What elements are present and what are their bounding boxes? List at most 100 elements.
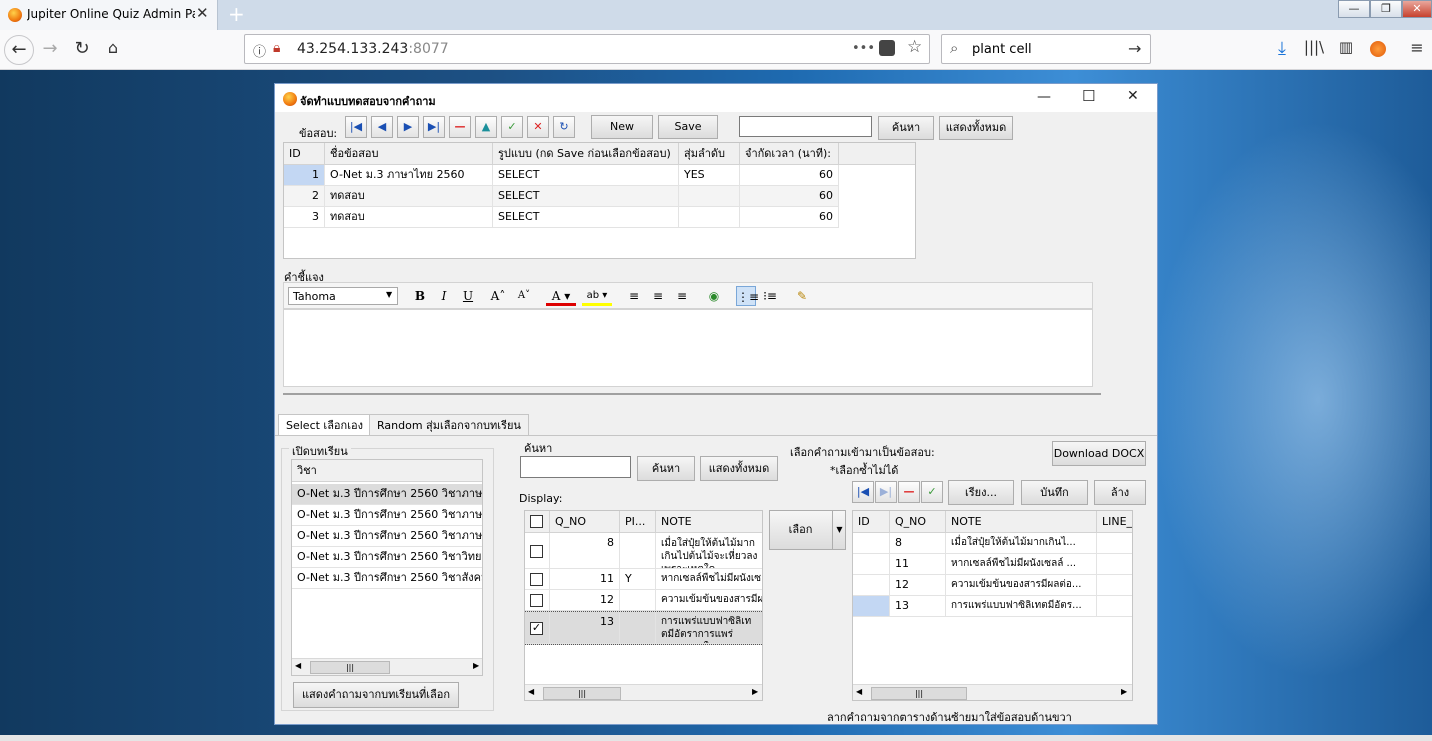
scroll-left-icon[interactable]: ◀ (528, 687, 534, 696)
new-tab-button[interactable]: + (228, 2, 245, 26)
table-row[interactable]: 1 O-Net ม.3 ภาษาไทย 2560 SELECT YES 60 (284, 165, 839, 186)
row-checkbox[interactable] (530, 573, 543, 586)
back-arrow-icon[interactable]: ← (4, 35, 34, 65)
list-item[interactable]: O-Net ม.3 ปีการศึกษา 2560 วิชาภาษาไทย (292, 484, 482, 505)
extension-icon[interactable] (1370, 41, 1386, 57)
search-bar[interactable]: ⌕ plant cell → (941, 34, 1151, 64)
exam-show-all-button[interactable]: แสดงทั้งหมด (939, 116, 1013, 140)
question-show-all-button[interactable]: แสดงทั้งหมด (700, 456, 778, 481)
underline-icon[interactable]: U (458, 286, 478, 306)
exam-search-button[interactable]: ค้นหา (878, 116, 934, 140)
url-bar[interactable]: ⓘ 🔒︎ 43.254.133.243:8077 ••• ☆ (244, 34, 930, 64)
shrink-font-icon[interactable]: A˅ (514, 286, 534, 306)
selected-question-table[interactable]: ID Q_NO NOTE LINE_ 8 เมื่อใส่ปุ๋ยให้ต้นไ… (852, 510, 1133, 701)
table-row[interactable]: 2 ทดสอบ SELECT 60 (284, 186, 839, 207)
first-record-icon[interactable]: |◀ (345, 116, 367, 138)
post-record-icon[interactable]: ✓ (501, 116, 523, 138)
scroll-right-icon[interactable]: ▶ (473, 661, 479, 670)
reload-icon[interactable]: ↻ (70, 38, 94, 59)
last-record-icon[interactable]: ▶| (423, 116, 445, 138)
first-question-icon[interactable]: |◀ (852, 481, 874, 503)
table-row[interactable]: 8 เมื่อใส่ปุ๋ยให้ต้นไม้มากเกินไปต้นไม้จะ… (525, 533, 762, 569)
highlight-color-icon[interactable]: ab ▾ (582, 286, 612, 306)
scroll-left-icon[interactable]: ◀ (295, 661, 301, 670)
sort-button[interactable]: เรียง... (948, 480, 1014, 505)
bold-icon[interactable]: B (410, 286, 430, 306)
downloads-icon[interactable]: ⤓ (1270, 38, 1294, 59)
edit-record-icon[interactable]: ▲ (475, 116, 497, 138)
refresh-record-icon[interactable]: ↻ (553, 116, 575, 138)
select-all-checkbox[interactable] (530, 515, 543, 528)
numbered-list-icon[interactable]: ⋮≡ (736, 286, 759, 306)
new-button[interactable]: New (591, 115, 653, 139)
close-tab-icon[interactable]: ✕ (196, 4, 209, 22)
home-icon[interactable]: ⌂ (101, 38, 125, 57)
close-window-button[interactable]: ✕ (1402, 0, 1432, 18)
tab-random[interactable]: Random สุ่มเลือกจากบทเรียน (369, 414, 529, 436)
scroll-thumb[interactable]: ||| (310, 661, 390, 674)
question-search-input[interactable] (520, 456, 631, 478)
paste-special-icon[interactable]: ✎ (792, 286, 812, 306)
window-close-button[interactable]: ✕ (1127, 88, 1139, 104)
table-row[interactable]: 11 หากเซลล์พืชไม่มีผนังเซลล์ ... (853, 554, 1132, 575)
chevron-down-icon[interactable]: ▼ (832, 511, 846, 549)
scroll-thumb[interactable]: ||| (543, 687, 621, 700)
align-center-icon[interactable]: ≡ (648, 286, 668, 306)
browser-tab[interactable]: Jupiter Online Quiz Admin Panel ✕ (0, 0, 218, 30)
restore-window-button[interactable]: ❐ (1370, 0, 1402, 18)
insert-image-icon[interactable]: ◉ (704, 286, 724, 306)
pocket-icon[interactable] (879, 40, 895, 56)
lesson-list[interactable]: วิชา O-Net ม.3 ปีการศึกษา 2560 วิชาภาษาไ… (291, 459, 483, 676)
question-hscroll[interactable]: ◀ ||| ▶ (525, 684, 762, 700)
list-item[interactable]: O-Net ม.3 ปีการศึกษา 2560 วิชาภาษาอังกฤษ (292, 505, 482, 526)
row-checkbox[interactable] (530, 545, 543, 558)
table-row[interactable]: 13 การแพร่แบบฟาซิลิเทตมีอัตร... (853, 596, 1132, 617)
previous-record-icon[interactable]: ◀ (371, 116, 393, 138)
table-row[interactable]: 12 ความเข้มข้นของสารมีผลต่อ... (853, 575, 1132, 596)
row-checkbox[interactable] (530, 594, 543, 607)
exam-search-input[interactable] (739, 116, 872, 137)
row-checkbox-checked[interactable]: ✓ (530, 622, 543, 635)
tab-select[interactable]: Select เลือกเอง (278, 414, 371, 436)
last-question-icon[interactable]: ▶| (875, 481, 897, 503)
table-row[interactable]: 11 Y หากเซลล์พืชไม่มีผนังเซลล์ (525, 569, 762, 590)
align-right-icon[interactable]: ≡ (672, 286, 692, 306)
table-row[interactable]: 8 เมื่อใส่ปุ๋ยให้ต้นไม้มากเกินไ... (853, 533, 1132, 554)
search-go-icon[interactable]: → (1128, 39, 1141, 58)
minimize-window-button[interactable]: — (1338, 0, 1370, 18)
selected-hscroll[interactable]: ◀ ||| ▶ (853, 684, 1132, 700)
save-button[interactable]: Save (658, 115, 718, 139)
bullet-list-icon[interactable]: ⁝≡ (760, 286, 780, 306)
table-row[interactable]: ✓ 13 การแพร่แบบฟาซิลิเทตมีอัตราการแพร่ เ… (525, 611, 762, 645)
question-table[interactable]: Q_NO PI... NOTE 8 เมื่อใส่ปุ๋ยให้ต้นไม้ม… (524, 510, 763, 701)
lesson-hscroll[interactable]: ◀ ||| ▶ (292, 658, 482, 675)
scroll-right-icon[interactable]: ▶ (1121, 687, 1127, 696)
question-search-button[interactable]: ค้นหา (637, 456, 695, 481)
forward-arrow-icon[interactable]: → (38, 38, 62, 59)
library-icon[interactable]: |||\ (1302, 38, 1326, 56)
window-minimize-button[interactable]: — (1037, 89, 1051, 105)
table-row[interactable]: 3 ทดสอบ SELECT 60 (284, 207, 839, 228)
font-color-icon[interactable]: A ▾ (546, 286, 576, 306)
list-item[interactable]: O-Net ม.3 ปีการศึกษา 2560 วิชาวิทยาศาสตร… (292, 547, 482, 568)
table-row[interactable]: 12 ความเข้มข้นของสารมีผลต่อ (525, 590, 762, 611)
delete-record-icon[interactable]: — (449, 116, 471, 138)
confirm-question-icon[interactable]: ✓ (921, 481, 943, 503)
cancel-record-icon[interactable]: ✕ (527, 116, 549, 138)
grow-font-icon[interactable]: A˄ (488, 286, 508, 306)
select-question-button[interactable]: เลือก ▼ (769, 510, 846, 550)
sidebar-icon[interactable]: ▥ (1334, 38, 1358, 56)
window-maximize-button[interactable]: ☐ (1082, 87, 1095, 105)
list-item[interactable]: O-Net ม.3 ปีการศึกษา 2560 วิชาภาษาไทย (292, 526, 482, 547)
save-selected-button[interactable]: บันทึก (1021, 480, 1088, 505)
align-left-icon[interactable]: ≡ (624, 286, 644, 306)
next-record-icon[interactable]: ▶ (397, 116, 419, 138)
download-docx-button[interactable]: Download DOCX (1052, 441, 1146, 466)
scroll-right-icon[interactable]: ▶ (752, 687, 758, 696)
clear-button[interactable]: ล้าง (1094, 480, 1146, 505)
menu-icon[interactable]: ≡ (1405, 38, 1429, 57)
instruction-editor[interactable] (283, 309, 1093, 387)
page-actions-icon[interactable]: ••• (852, 41, 875, 56)
remove-question-icon[interactable]: — (898, 481, 920, 503)
list-item[interactable]: O-Net ม.3 ปีการศึกษา 2560 วิชาสังคมศึกษา (292, 568, 482, 589)
